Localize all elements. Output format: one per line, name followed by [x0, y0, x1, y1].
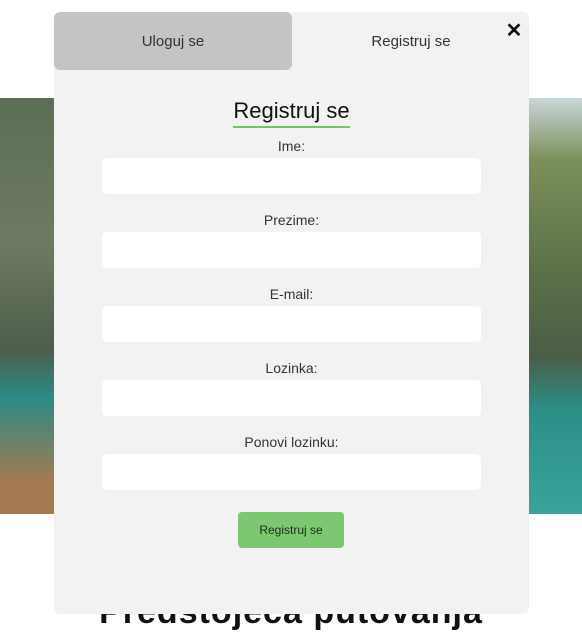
- first-name-label: Ime:: [277, 138, 306, 154]
- repeat-password-input[interactable]: [102, 454, 481, 490]
- tab-login[interactable]: Uloguj se: [54, 12, 292, 70]
- form-title: Registruj se: [54, 98, 529, 128]
- modal-tabs: Uloguj se Registruj se: [54, 12, 529, 70]
- repeat-password-label: Ponovi lozinku:: [244, 434, 339, 450]
- first-name-input[interactable]: [102, 158, 481, 194]
- hero-left-scenery: [0, 98, 60, 514]
- tab-register[interactable]: Registruj se: [292, 12, 530, 70]
- form-title-text: Registruj se: [233, 98, 350, 128]
- last-name-input[interactable]: [102, 232, 481, 268]
- registration-modal: Uloguj se Registruj se ✕ Registruj se Im…: [54, 12, 529, 614]
- email-label: E-mail:: [269, 286, 314, 302]
- close-icon[interactable]: ✕: [504, 20, 524, 42]
- email-input[interactable]: [102, 306, 481, 342]
- hero-right-scenery: [522, 98, 582, 514]
- register-submit-button[interactable]: Registruj se: [238, 512, 344, 548]
- password-label: Lozinka:: [265, 360, 318, 376]
- last-name-label: Prezime:: [263, 212, 320, 228]
- password-input[interactable]: [102, 380, 481, 416]
